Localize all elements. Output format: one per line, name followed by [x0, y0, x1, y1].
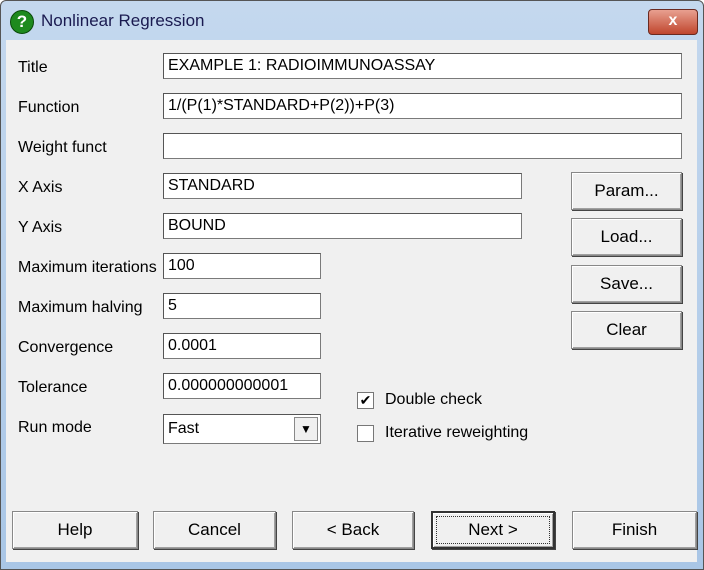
next-button[interactable]: Next > [431, 511, 555, 549]
run-mode-label: Run mode [18, 419, 92, 436]
run-mode-select[interactable]: Fast ▼ [163, 414, 321, 444]
save-button[interactable]: Save... [571, 265, 682, 303]
finish-button[interactable]: Finish [572, 511, 697, 549]
y-axis-input[interactable]: BOUND [163, 213, 522, 239]
title-label: Title [18, 59, 48, 76]
close-button[interactable]: x [648, 9, 698, 35]
iterative-reweighting-checkbox[interactable] [357, 425, 374, 442]
max-halving-label: Maximum halving [18, 299, 143, 316]
run-mode-value: Fast [168, 420, 200, 437]
convergence-label: Convergence [18, 339, 114, 356]
chevron-down-icon[interactable]: ▼ [294, 417, 318, 441]
window-title: Nonlinear Regression [41, 11, 205, 30]
tolerance-label: Tolerance [18, 379, 88, 396]
max-iterations-input[interactable]: 100 [163, 253, 321, 279]
help-button[interactable]: Help [12, 511, 138, 549]
weight-label: Weight funct [18, 139, 107, 156]
tolerance-input[interactable]: 0.000000000001 [163, 373, 321, 399]
x-axis-input[interactable]: STANDARD [163, 173, 522, 199]
load-button[interactable]: Load... [571, 218, 682, 256]
function-input[interactable]: 1/(P(1)*STANDARD+P(2))+P(3) [163, 93, 682, 119]
title-input[interactable]: EXAMPLE 1: RADIOIMMUNOASSAY [163, 53, 682, 79]
back-button[interactable]: < Back [292, 511, 414, 549]
x-axis-label: X Axis [18, 179, 63, 196]
weight-input[interactable] [163, 133, 682, 159]
max-halving-input[interactable]: 5 [163, 293, 321, 319]
param-button[interactable]: Param... [571, 172, 682, 210]
max-iterations-label: Maximum iterations [18, 259, 157, 276]
function-label: Function [18, 99, 80, 116]
clear-button[interactable]: Clear [571, 311, 682, 349]
title-bar: ? Nonlinear Regression x [1, 1, 703, 41]
double-check-checkbox[interactable]: ✔ [357, 392, 374, 409]
y-axis-label: Y Axis [18, 219, 63, 236]
help-question-icon: ? [10, 10, 34, 34]
cancel-button[interactable]: Cancel [153, 511, 276, 549]
iterative-reweighting-label: Iterative reweighting [385, 424, 529, 441]
double-check-label: Double check [385, 391, 482, 408]
convergence-input[interactable]: 0.0001 [163, 333, 321, 359]
